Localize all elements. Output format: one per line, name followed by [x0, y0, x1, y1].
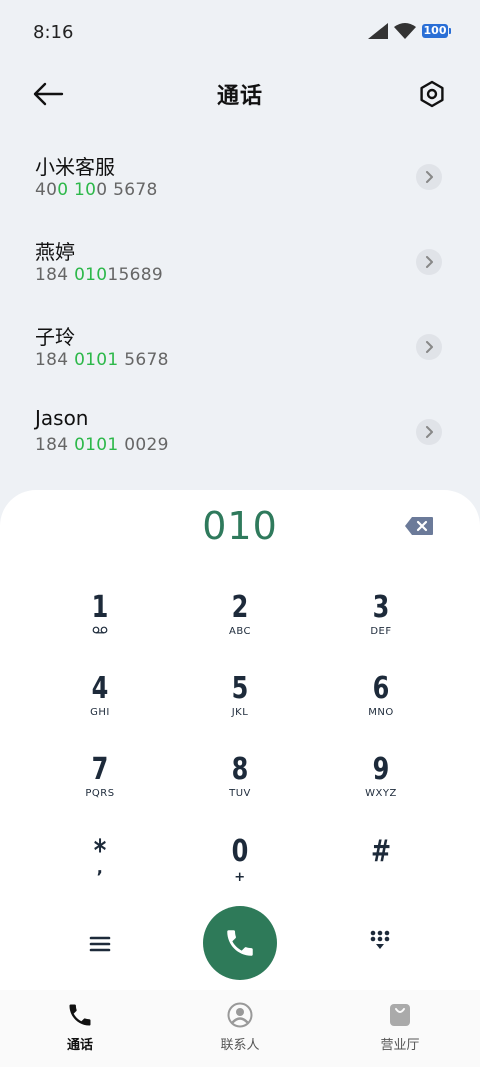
contact-row[interactable]: Jason 184 0101 0029	[0, 395, 480, 480]
contact-detail-button[interactable]	[416, 334, 442, 360]
key-letters: ABC	[228, 626, 251, 637]
key-3[interactable]: 3 DEF	[321, 592, 441, 662]
key-letters: JKL	[231, 707, 249, 718]
nav-item-store[interactable]: 营业厅	[320, 990, 480, 1067]
chevron-right-icon	[426, 256, 433, 268]
key-letters: TUV	[229, 788, 251, 799]
key-4[interactable]: 4 GHI	[40, 673, 160, 743]
chevron-right-icon	[426, 426, 433, 438]
key-2[interactable]: 2 ABC	[180, 592, 300, 662]
key-digit: 3	[372, 590, 390, 625]
contact-number: 400 100 5678	[35, 180, 158, 200]
key-digit: 2	[231, 590, 249, 625]
key-digit: *	[93, 834, 107, 869]
key-0[interactable]: 0 +	[180, 836, 300, 906]
call-button[interactable]	[203, 906, 277, 980]
backspace-button[interactable]	[404, 516, 434, 536]
number-match: 010	[74, 265, 108, 285]
header: 通话	[0, 66, 480, 122]
key-letters: MNO	[368, 707, 394, 718]
status-icons: 100	[368, 23, 451, 39]
page-title: 通话	[216, 84, 263, 109]
settings-button[interactable]	[416, 78, 448, 110]
nav-item-calls[interactable]: 通话	[0, 990, 160, 1067]
key-letters: PQRS	[85, 788, 115, 799]
bottom-nav: 通话 联系人 营业厅	[0, 990, 480, 1067]
status-bar: 8:16 100	[0, 0, 480, 66]
key-digit: 4	[91, 671, 109, 706]
key-star[interactable]: * ,	[40, 836, 160, 906]
contacts-icon	[227, 1002, 253, 1028]
contact-name: Jason	[35, 406, 89, 430]
status-time: 8:16	[33, 22, 74, 43]
contact-row[interactable]: 小米客服 400 100 5678	[0, 140, 480, 225]
phone-icon	[227, 930, 253, 956]
key-digit: 0	[231, 834, 249, 869]
key-letters: GHI	[90, 707, 110, 718]
contact-number: 184 01015689	[35, 265, 163, 285]
keypad-toggle-button[interactable]	[366, 928, 394, 956]
key-9[interactable]: 9 WXYZ	[321, 754, 441, 824]
number-prefix: 40	[35, 180, 58, 200]
contact-row[interactable]: 燕婷 184 01015689	[0, 225, 480, 310]
key-digit: 7	[91, 752, 109, 787]
number-prefix: 184	[35, 265, 75, 285]
key-1[interactable]: 1	[40, 592, 160, 662]
key-6[interactable]: 6 MNO	[321, 673, 441, 743]
contact-name: 燕婷	[35, 240, 75, 264]
number-match: 0101	[74, 435, 119, 455]
phone-icon	[69, 1004, 91, 1026]
number-suffix: 5678	[118, 350, 169, 370]
cellular-signal-icon	[368, 23, 388, 39]
nav-label: 通话	[66, 1038, 93, 1053]
contact-row[interactable]: 子玲 184 0101 5678	[0, 310, 480, 395]
key-digit: 8	[231, 752, 249, 787]
key-digit: 9	[372, 752, 390, 787]
battery-icon: 100	[422, 24, 451, 38]
contact-name: 子玲	[35, 325, 75, 349]
battery-level: 100	[423, 24, 447, 37]
key-letters: WXYZ	[365, 788, 397, 799]
number-prefix: 184	[35, 435, 75, 455]
contact-number: 184 0101 0029	[35, 435, 169, 455]
number-prefix: 184	[35, 350, 75, 370]
settings-hexagon-icon	[420, 80, 444, 108]
key-5[interactable]: 5 JKL	[180, 673, 300, 743]
key-digit: 5	[231, 671, 249, 706]
key-letters: DEF	[370, 626, 392, 637]
number-suffix: 0029	[118, 435, 169, 455]
contact-detail-button[interactable]	[416, 419, 442, 445]
dialpad-collapse-icon	[370, 930, 390, 949]
menu-button[interactable]	[86, 930, 114, 958]
key-digit: 1	[91, 590, 109, 625]
chevron-right-icon	[426, 341, 433, 353]
nav-label: 联系人	[220, 1038, 260, 1053]
key-hash[interactable]: #	[321, 836, 441, 906]
contact-number: 184 0101 5678	[35, 350, 169, 370]
nav-item-contacts[interactable]: 联系人	[160, 990, 320, 1067]
number-match: 0 10	[57, 180, 97, 200]
number-suffix: 0 5678	[96, 180, 158, 200]
dialpad: 010 1 2 ABC 3 DEF 4 GHI 5 JKL 6 MNO 7 PQ…	[0, 490, 480, 1067]
contact-list: 小米客服 400 100 5678 燕婷 184 01015689 子玲 184…	[0, 140, 480, 480]
contact-detail-button[interactable]	[416, 249, 442, 275]
key-letters: +	[234, 870, 246, 885]
chevron-right-icon	[426, 171, 433, 183]
number-match: 0101	[74, 350, 119, 370]
nav-label: 营业厅	[380, 1038, 420, 1053]
key-digit: 6	[372, 671, 390, 706]
key-letters	[321, 870, 441, 882]
key-digit: #	[370, 834, 392, 869]
key-7[interactable]: 7 PQRS	[40, 754, 160, 824]
key-8[interactable]: 8 TUV	[180, 754, 300, 824]
store-bag-icon	[390, 1004, 410, 1026]
hamburger-menu-icon	[89, 936, 111, 952]
backspace-icon	[405, 517, 433, 535]
contact-detail-button[interactable]	[416, 164, 442, 190]
wifi-icon	[394, 23, 416, 39]
number-suffix: 15689	[107, 265, 164, 285]
contact-name: 小米客服	[35, 155, 115, 179]
voicemail-icon	[92, 626, 108, 634]
